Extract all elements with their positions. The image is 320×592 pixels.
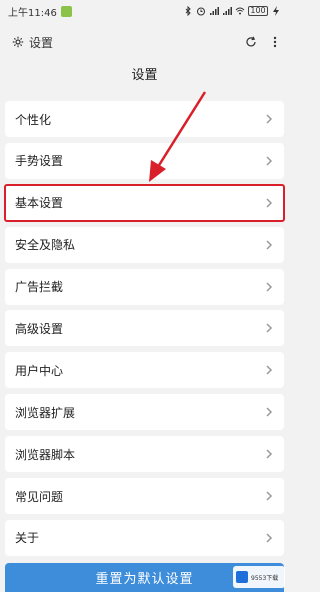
settings-item-scripts[interactable]: 浏览器脚本: [5, 436, 284, 473]
chevron-right-icon: [266, 282, 273, 292]
settings-item-security[interactable]: 安全及隐私: [5, 226, 284, 263]
chevron-right-icon: [266, 198, 273, 208]
settings-item-advanced[interactable]: 高级设置: [5, 310, 284, 347]
chevron-right-icon: [266, 533, 273, 543]
settings-item-label: 基本设置: [15, 196, 64, 211]
app-bar-title: 设置: [29, 35, 54, 50]
settings-item-gestures[interactable]: 手势设置: [5, 142, 284, 179]
watermark-text: 9553下载: [251, 574, 279, 582]
settings-item-about[interactable]: 关于: [5, 519, 284, 556]
alarm-icon: [197, 7, 205, 16]
settings-item-label: 关于: [15, 531, 40, 546]
chevron-right-icon: [266, 323, 273, 333]
settings-item-extensions[interactable]: 浏览器扩展: [5, 394, 284, 431]
status-left: 上午11:46: [8, 4, 72, 19]
settings-item-label: 广告拦截: [15, 280, 64, 295]
chevron-right-icon: [266, 407, 273, 417]
battery-icon: 100: [248, 6, 268, 16]
reset-defaults-label: 重置为默认设置: [95, 572, 194, 587]
chevron-right-icon: [266, 449, 273, 459]
gear-icon: [12, 36, 24, 48]
chevron-right-icon: [266, 240, 273, 250]
watermark: 9553下载: [233, 566, 285, 588]
settings-item-personalization[interactable]: 个性化: [5, 101, 284, 137]
settings-item-faq[interactable]: 常见问题: [5, 478, 284, 515]
status-bar: 上午11:46 100: [0, 0, 289, 22]
settings-item-label: 高级设置: [15, 321, 64, 336]
status-right: 100: [183, 6, 281, 16]
wifi-icon: [235, 7, 245, 15]
app-bar: 设置: [0, 26, 289, 58]
chevron-right-icon: [266, 114, 273, 124]
settings-list: 个性化 手势设置 基本设置 安全及隐私 广告拦截 高级设置 用户中心 浏览器扩展…: [4, 101, 285, 562]
settings-item-label: 个性化: [15, 112, 52, 127]
settings-item-adblock[interactable]: 广告拦截: [5, 268, 284, 305]
settings-item-label: 用户中心: [15, 363, 64, 378]
chevron-right-icon: [266, 365, 273, 375]
signal-icon-2: [223, 7, 232, 15]
more-icon[interactable]: [273, 36, 277, 48]
signal-icon: [210, 7, 219, 15]
page-title: 设置: [131, 68, 158, 83]
charging-icon: [273, 6, 279, 16]
chevron-right-icon: [266, 491, 273, 501]
settings-item-label: 浏览器脚本: [15, 447, 76, 462]
settings-item-user-center[interactable]: 用户中心: [5, 352, 284, 389]
settings-item-label: 浏览器扩展: [15, 405, 76, 420]
status-time: 上午11:46: [8, 7, 57, 19]
settings-item-basic[interactable]: 基本设置: [4, 183, 285, 222]
chevron-right-icon: [266, 156, 273, 166]
settings-item-label: 安全及隐私: [15, 238, 76, 253]
refresh-icon[interactable]: [245, 36, 257, 48]
settings-item-label: 手势设置: [15, 154, 64, 169]
bluetooth-icon: [185, 6, 191, 16]
settings-item-label: 常见问题: [15, 489, 64, 504]
app-bar-actions: [245, 36, 277, 48]
app-notification-icon: [60, 5, 72, 17]
watermark-logo-icon: [236, 571, 248, 583]
app-bar-left[interactable]: 设置: [12, 34, 53, 51]
